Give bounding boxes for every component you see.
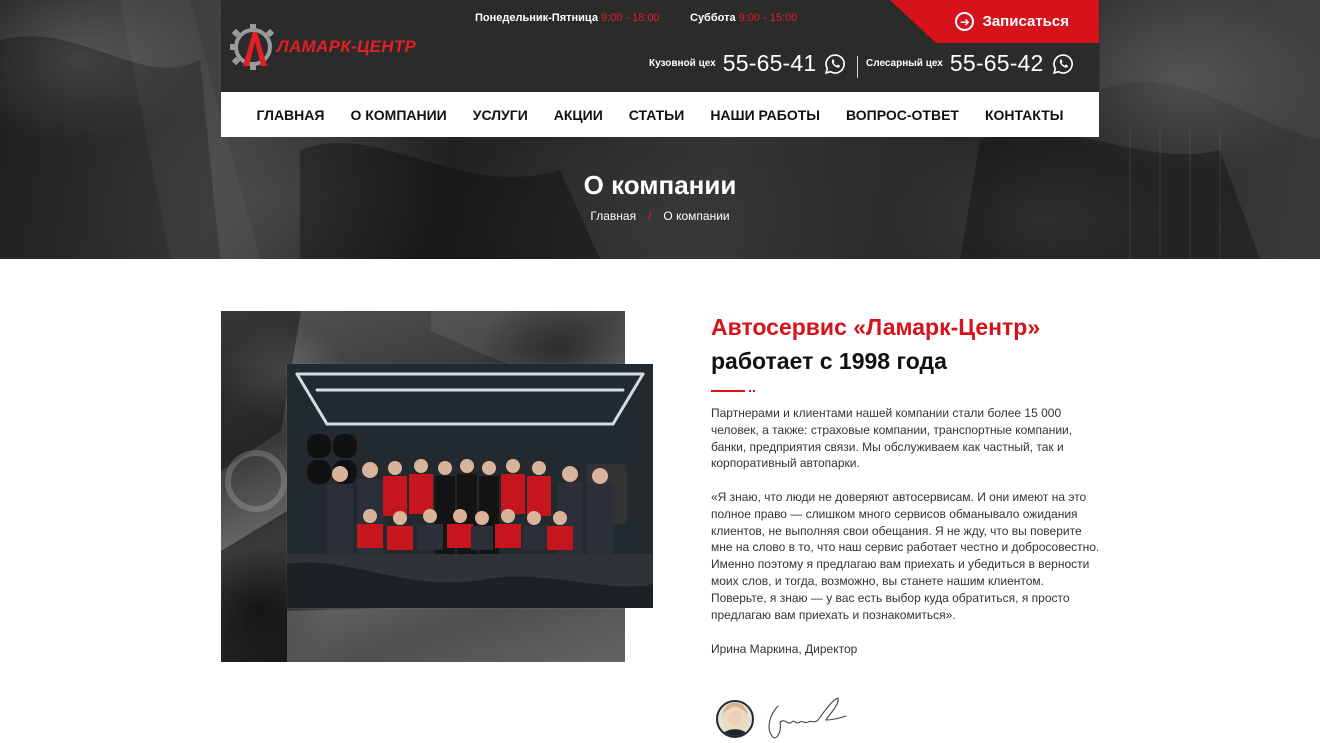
logo-text: ЛАМАРК-ЦЕНТР — [277, 37, 417, 56]
whatsapp-icon[interactable] — [824, 53, 846, 75]
hours-saturday: Суббота 9:00 - 15:00 — [690, 12, 797, 24]
gear-logo-icon — [230, 24, 275, 70]
page-title: О компании — [583, 170, 737, 200]
about-heading-brand: Автосервис «Ламарк-Центр» — [711, 314, 1041, 340]
hours-weekday-label: Понедельник-Пятница — [475, 12, 598, 24]
nav-item-our-works[interactable]: НАШИ РАБОТЫ — [697, 107, 833, 123]
about-paragraph-partners: Партнерами и клиентами нашей компании ст… — [711, 406, 1073, 471]
nav-item-services[interactable]: УСЛУГИ — [460, 107, 541, 123]
arrow-circle-right-icon: ➜ — [955, 12, 975, 31]
about-heading: Автосервис «Ламарк-Центр» работает с 199… — [711, 310, 1131, 378]
hours-saturday-time: 9:00 - 15:00 — [738, 12, 798, 24]
breadcrumb-current: О компании — [663, 209, 730, 223]
hours-saturday-label: Суббота — [690, 12, 736, 24]
hours-weekday-time: 9:00 - 18:00 — [600, 12, 660, 24]
header-bar: ЛАМАРК-ЦЕНТР Понедельник-Пятница 9:00 - 1… — [221, 0, 1099, 92]
director-name: Ирина Маркина, Директор — [711, 642, 858, 656]
breadcrumb-separator: / — [648, 209, 652, 223]
main-nav: ГЛАВНАЯ О КОМПАНИИ УСЛУГИ АКЦИИ СТАТЬИ Н… — [221, 92, 1099, 137]
hero-banner: ЛАМАРК-ЦЕНТР Понедельник-Пятница 9:00 - 1… — [0, 0, 1320, 259]
nav-item-contacts[interactable]: КОНТАКТЫ — [972, 107, 1076, 123]
logo[interactable]: ЛАМАРК-ЦЕНТР — [229, 22, 429, 72]
about-paragraph-quote: «Я знаю, что люди не доверяют автосервис… — [711, 490, 1100, 622]
book-appointment-button[interactable]: ➜ Записаться — [890, 0, 1099, 43]
breadcrumb-home-link[interactable]: Главная — [590, 209, 636, 223]
nav-item-about[interactable]: О КОМПАНИИ — [337, 107, 459, 123]
phone-mechanic-shop-label: Слесарный цех — [866, 58, 943, 69]
hours-weekday: Понедельник-Пятница 9:00 - 18:00 — [475, 12, 660, 24]
nav-item-promotions[interactable]: АКЦИИ — [541, 107, 616, 123]
phone-body-shop-number[interactable]: 55-65-41 — [723, 50, 817, 77]
about-heading-since: работает с 1998 года — [711, 348, 947, 374]
book-appointment-label: Записаться — [982, 13, 1069, 30]
team-photo-illustration — [287, 364, 653, 608]
avatar — [716, 700, 754, 738]
heading-divider — [711, 390, 755, 393]
nav-item-articles[interactable]: СТАТЬИ — [616, 107, 698, 123]
phone-mechanic-shop[interactable]: Слесарный цех 55-65-42 — [866, 50, 1074, 77]
breadcrumb: Главная / О компании — [0, 209, 1320, 223]
phone-body-shop[interactable]: Кузовной цех 55-65-41 — [649, 50, 846, 77]
nav-item-home[interactable]: ГЛАВНАЯ — [244, 107, 338, 123]
phone-body-shop-label: Кузовной цех — [649, 58, 716, 69]
director-signature — [768, 697, 847, 739]
whatsapp-icon[interactable] — [1052, 53, 1074, 75]
nav-item-faq[interactable]: ВОПРОС-ОТВЕТ — [833, 107, 972, 123]
team-photo — [287, 364, 653, 608]
phone-mechanic-shop-number[interactable]: 55-65-42 — [950, 50, 1044, 77]
phone-divider — [857, 56, 858, 78]
